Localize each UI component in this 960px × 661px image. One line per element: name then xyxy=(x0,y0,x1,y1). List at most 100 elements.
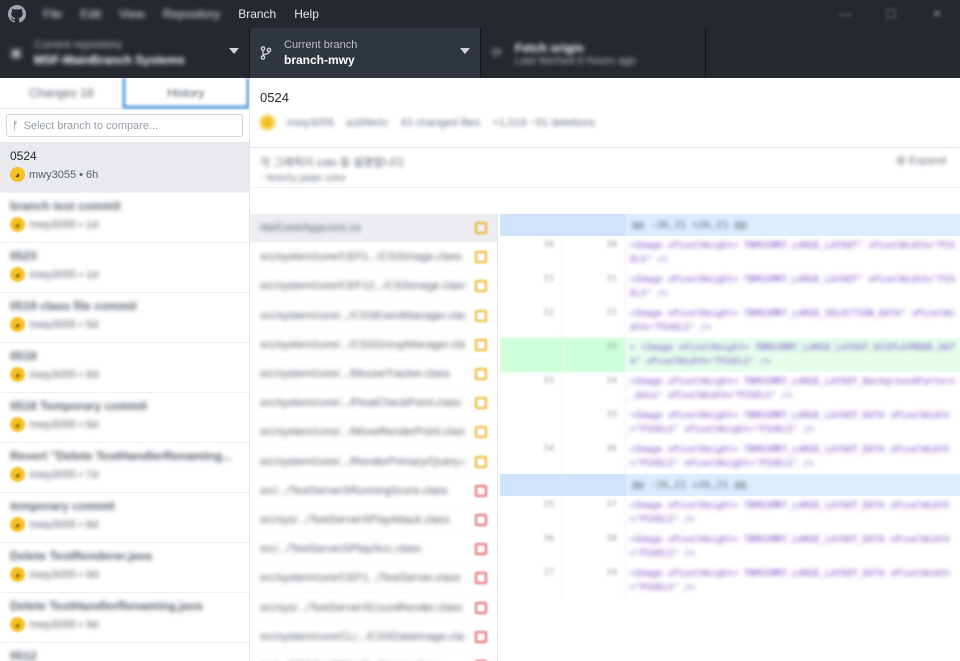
commit-sha[interactable]: a1b9e0c xyxy=(346,117,388,129)
file-path: src/system/core/.../CSSEventManager.clas… xyxy=(260,309,465,322)
commit-author: mwy3055 • 7d xyxy=(29,468,99,481)
file-deleted-icon xyxy=(475,572,487,585)
diff-line-context[interactable]: 35 37 <Image xPixelHeight= TBMSSMM7_LARGE_… xyxy=(500,496,960,530)
commit-list-item[interactable]: 0519 class file commit ◕ mwy3055 • 5d xyxy=(0,293,249,343)
commit-list-item[interactable]: temporary commit ◕ mwy3055 • 8d xyxy=(0,493,249,543)
commit-summary: 0519 class file commit xyxy=(10,299,137,313)
maximize-button[interactable]: ☐ xyxy=(868,0,914,28)
file-modified-icon xyxy=(475,397,487,410)
avatar: ◕ xyxy=(10,567,25,582)
close-button[interactable]: ✕ xyxy=(914,0,960,28)
file-path: src/system/core/CEF1.../CSSImage.class xyxy=(260,251,462,264)
file-path: src/system/core/.../RenderPrimary/Query.… xyxy=(260,455,465,468)
commit-author: mwy3055 xyxy=(287,116,335,129)
current-branch-dropdown[interactable]: Current branch branch-mwy xyxy=(250,28,481,78)
diff-line-context[interactable]: 37 39 <Image xPixelHeight= TBMSSMM7_LARGE_… xyxy=(500,564,960,598)
commit-summary: Delete TestHandlerRenaming.java xyxy=(10,599,203,613)
diff-line-added[interactable]: 33 + <Image xPixelHeight= TBMSSMM7_LARGE_… xyxy=(500,338,960,372)
menu-view[interactable]: View xyxy=(110,0,154,28)
menu-repository[interactable]: Repository xyxy=(154,0,229,28)
commit-author: mwy3055 • 6d xyxy=(29,368,99,381)
diff-line-context[interactable]: 31 31 <Image xPixelHeight= TBMSSMM7_LARGE_… xyxy=(500,270,960,304)
hunk-expand[interactable] xyxy=(500,214,626,236)
avatar: · xyxy=(260,115,275,130)
changed-file-item[interactable]: src/system/core/CEF12.../CSSImage.class xyxy=(250,272,497,302)
file-deleted-icon xyxy=(475,484,487,497)
tab-history[interactable]: History xyxy=(122,78,249,108)
file-modified-icon xyxy=(475,455,487,468)
hunk-expand[interactable] xyxy=(500,474,626,496)
current-repository-dropdown[interactable]: ▣ Current repository MSF-MainBranch Syst… xyxy=(0,28,250,78)
commit-list-item[interactable]: 0518 Temporary commit ◕ mwy3055 • 6d xyxy=(0,393,249,443)
commit-meta: ◕ mwy3055 • 1d xyxy=(10,267,239,282)
hunk-header: @@ -26,21 +26,21 @@ xyxy=(500,474,960,496)
tab-changes[interactable]: Changes 18 xyxy=(0,78,123,108)
commit-description: 각 그래픽이 colo 등 설명합니다 - Notchy plate color… xyxy=(250,148,960,188)
changed-file-item[interactable]: src/.../CSSCreditCard/.../Image.class xyxy=(250,652,497,661)
file-modified-icon xyxy=(475,426,487,439)
old-line-number: 31 xyxy=(500,270,563,304)
expand-button[interactable]: ⊞ Expand xyxy=(896,154,946,167)
commit-summary: Revert "Delete TestHandlerRenaming... xyxy=(10,449,233,463)
changed-file-item[interactable]: src/sys/.../TestServerSPlayAttack.class xyxy=(250,506,497,536)
changed-file-item[interactable]: src/.../TestServerSPlay/Acc.class xyxy=(250,535,497,565)
commit-list-item[interactable]: 0524 ◕ mwy3055 • 6h xyxy=(0,143,249,193)
commit-list-item[interactable]: branch test commit ◕ mwy3055 • 1d xyxy=(0,193,249,243)
avatar: ◕ xyxy=(10,417,25,432)
commit-meta: · mwy3055 a1b9e0c 43 changed files +1,01… xyxy=(260,115,950,130)
diff-line-context[interactable]: 35 <Image xPixelHeight= TBMSSMM7_LARGE_LA… xyxy=(500,406,960,440)
menu-help[interactable]: Help xyxy=(285,0,328,28)
toolbar: ▣ Current repository MSF-MainBranch Syst… xyxy=(0,28,960,78)
commit-author: mwy3055 • 6h xyxy=(29,168,99,181)
diff-lines: 30 30 <Image xPixelHeight= TBMSSMM7_LARGE_… xyxy=(500,236,960,474)
menu-edit[interactable]: Edit xyxy=(71,0,110,28)
commit-summary: 0512 xyxy=(10,649,37,661)
file-deleted-icon xyxy=(475,543,487,556)
compare-branch-input[interactable]: ᚠ Select branch to compare... xyxy=(6,114,243,137)
changed-file-item[interactable]: src/system/core/.../RenderPrimary/Query.… xyxy=(250,448,497,477)
changed-file-item[interactable]: src/system/core/.../CSSGroupManager.clas… xyxy=(250,331,497,360)
commit-list-item[interactable]: 0518 ◕ mwy3055 • 6d xyxy=(0,343,249,393)
file-path: src/system/core/.../CSSGroupManager.clas… xyxy=(260,338,465,351)
commit-list-item[interactable]: 0512◕mwy3055 • 12d xyxy=(0,643,249,661)
branch-name: branch-mwy xyxy=(284,53,355,67)
commit-list-item[interactable]: Revert "Delete TestHandlerRenaming... ◕ mw… xyxy=(0,443,249,493)
changed-file-item[interactable]: src/system/core/CEF1.../TestServer.class xyxy=(250,564,497,594)
commit-list-item[interactable]: Delete TestHandlerRenaming.java ◕ mwy3055 … xyxy=(0,593,249,643)
menu-file[interactable]: File xyxy=(34,0,71,28)
changed-file-item[interactable]: Ab/Core/Appconn.cs xyxy=(250,214,497,244)
changed-file-item[interactable]: src/system/core/.../FloatCheckPoint.clas… xyxy=(250,389,497,419)
fetch-origin-button[interactable]: ⟳ Fetch origin Last fetched 6 hours ago xyxy=(481,28,706,78)
file-modified-icon xyxy=(475,280,487,293)
commit-list-item[interactable]: Delete TestRenderer.java ◕ mwy3055 • 9d xyxy=(0,543,249,593)
changed-file-item[interactable]: src/system/core/CL/.../CSSDataImage.clas… xyxy=(250,623,497,652)
diff-line-context[interactable]: 34 36 <Image xPixelHeight= TBMSSMM7_LARGE_… xyxy=(500,440,960,474)
changed-file-item[interactable]: src/system/core/.../CSSEventManager.clas… xyxy=(250,302,497,331)
fetch-label: Fetch origin xyxy=(515,41,584,55)
commit-list-item[interactable]: 0523 ◕ mwy3055 • 1d xyxy=(0,243,249,293)
changed-file-item[interactable]: src/sys/.../TestServerSCountRender.class xyxy=(250,593,497,623)
diff-line-context[interactable]: 30 30 <Image xPixelHeight= TBMSSMM7_LARGE_… xyxy=(500,236,960,270)
git-branch-icon xyxy=(258,45,274,61)
changed-file-item[interactable]: src/system/core/.../MoveRenderPoint.clas… xyxy=(250,418,497,448)
commit-author: mwy3055 • 8d xyxy=(29,518,99,531)
diff-line-context[interactable]: 33 34 <Image xPixelHeight= TBMSSMM7_LARGE_… xyxy=(500,372,960,406)
menu-branch[interactable]: Branch xyxy=(229,0,285,28)
changed-file-item[interactable]: src/.../TestServerSRunningScore.class xyxy=(250,477,497,506)
file-path: src/.../TestServerSRunningScore.class xyxy=(260,484,448,497)
expand-label: Expand xyxy=(908,155,946,167)
commit-summary: branch test commit xyxy=(10,199,121,213)
changed-file-item[interactable]: src/system/core/.../MouseTracker.class xyxy=(250,360,497,390)
file-path: src/system/core/.../FloatCheckPoint.clas… xyxy=(260,397,462,410)
diff-line-context[interactable]: 32 32 <Image xPixelHeight= TBMSSMM7_LARGE_… xyxy=(500,304,960,338)
description-line-1: 각 그래픽이 colo 등 설명합니다 xyxy=(260,157,404,169)
minimize-button[interactable]: — xyxy=(822,0,868,28)
chevron-down-icon xyxy=(460,48,470,54)
avatar: ◕ xyxy=(10,317,25,332)
diff-line-context[interactable]: 36 38 <Image xPixelHeight= TBMSSMM7_LARGE_… xyxy=(500,530,960,564)
changed-file-item[interactable]: src/system/core/CEF1.../CSSImage.class xyxy=(250,243,497,273)
file-path: src/sys/.../TestServerSPlayAttack.class xyxy=(260,513,450,526)
commit-summary: Delete TestRenderer.java xyxy=(10,549,152,563)
commit-summary: 0523 xyxy=(10,249,37,263)
commit-meta: ◕ mwy3055 • 7d xyxy=(10,467,239,482)
